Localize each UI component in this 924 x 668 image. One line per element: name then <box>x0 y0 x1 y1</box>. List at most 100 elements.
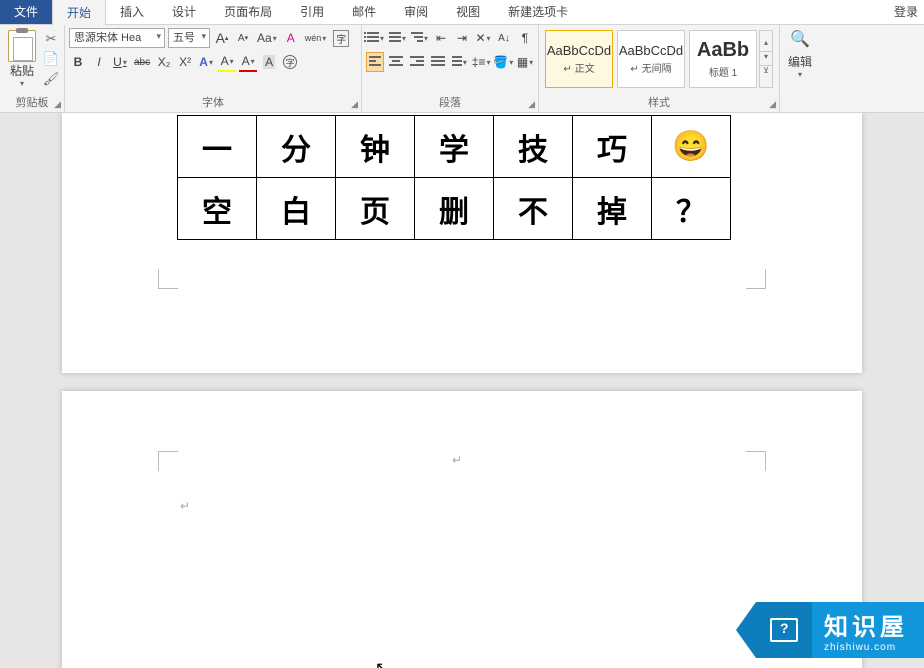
multilevel-list-button[interactable] <box>410 28 429 48</box>
find-button[interactable]: 🔍 <box>788 29 812 49</box>
document-table[interactable]: 一 分 钟 学 技 巧 😄 空 白 页 删 不 掉 ？ <box>177 115 731 240</box>
paragraph-dialog-launcher[interactable]: ◢ <box>528 99 535 110</box>
styles-dialog-launcher[interactable]: ◢ <box>769 99 776 110</box>
text-effects-button[interactable]: A <box>197 52 215 72</box>
group-font: 思源宋体 Hea 五号 A▴ A▾ Aa A wén 字 B I U abc X… <box>65 25 362 112</box>
align-center-button[interactable] <box>387 52 405 72</box>
table-row[interactable]: 一 分 钟 学 技 巧 😄 <box>178 116 731 178</box>
document-area[interactable]: 一 分 钟 学 技 巧 😄 空 白 页 删 不 掉 ？ ↵ ↵ <box>0 113 924 668</box>
strikethrough-button[interactable]: abc <box>132 52 152 72</box>
ribbon-tabs: 文件 开始 插入 设计 页面布局 引用 邮件 审阅 视图 新建选项卡 登录 <box>0 0 924 25</box>
group-clipboard: 粘贴 ▾ ✂ 📄 🖌 剪贴板 ◢ <box>0 25 65 112</box>
sort-button[interactable]: A↓ <box>495 28 513 48</box>
table-cell-emoji[interactable]: 😄 <box>652 116 731 178</box>
table-cell[interactable]: 不 <box>494 178 573 240</box>
editing-label: 编辑 <box>788 53 812 70</box>
paste-label: 粘贴 <box>10 62 34 79</box>
style-heading1[interactable]: AaBb 标题 1 <box>689 30 757 88</box>
font-size-select[interactable]: 五号 <box>168 28 210 48</box>
bullets-button[interactable] <box>366 28 385 48</box>
page-1[interactable]: 一 分 钟 学 技 巧 😄 空 白 页 删 不 掉 ？ <box>62 113 862 373</box>
table-cell[interactable]: 学 <box>415 116 494 178</box>
grow-font-button[interactable]: A▴ <box>213 28 231 48</box>
tab-design[interactable]: 设计 <box>158 0 210 24</box>
tab-home[interactable]: 开始 <box>52 0 106 25</box>
font-color-button[interactable]: A <box>239 52 257 72</box>
enclose-characters-button[interactable]: 字 <box>281 52 299 72</box>
table-cell[interactable]: 一 <box>178 116 257 178</box>
margin-mark-icon <box>158 269 178 289</box>
show-marks-button[interactable]: ¶ <box>516 28 534 48</box>
character-shading-button[interactable]: A <box>260 52 278 72</box>
highlight-button[interactable]: A <box>218 52 236 72</box>
styles-scroll-up[interactable]: ▴ <box>760 38 772 52</box>
table-cell[interactable]: 空 <box>178 178 257 240</box>
shrink-font-button[interactable]: A▾ <box>234 28 252 48</box>
cut-button[interactable]: ✂ <box>42 30 60 48</box>
paste-icon <box>8 30 36 62</box>
borders-button[interactable]: ▦ <box>516 52 534 72</box>
watermark-subtitle: zhishiwu.com <box>824 642 908 653</box>
align-right-button[interactable] <box>408 52 426 72</box>
table-cell[interactable]: 巧 <box>573 116 652 178</box>
superscript-button[interactable]: X² <box>176 52 194 72</box>
table-cell[interactable]: 技 <box>494 116 573 178</box>
copy-button[interactable]: 📄 <box>42 50 60 68</box>
paragraph-mark-icon: ↵ <box>452 453 462 467</box>
table-cell[interactable]: 分 <box>257 116 336 178</box>
tab-view[interactable]: 视图 <box>442 0 494 24</box>
tab-review[interactable]: 审阅 <box>390 0 442 24</box>
phonetic-guide-button[interactable]: wén <box>303 28 329 48</box>
ribbon: 粘贴 ▾ ✂ 📄 🖌 剪贴板◢ 思源宋体 Hea 五号 A▴ A▾ Aa A w… <box>0 25 924 113</box>
numbering-button[interactable] <box>388 28 407 48</box>
tab-mailings[interactable]: 邮件 <box>338 0 390 24</box>
align-left-button[interactable] <box>366 52 384 72</box>
styles-scroll-down[interactable]: ▾ <box>760 52 772 66</box>
table-cell[interactable]: 删 <box>415 178 494 240</box>
paste-button[interactable]: 粘贴 ▾ <box>4 28 40 90</box>
style-normal[interactable]: AaBbCcDd ↵ 正文 <box>545 30 613 88</box>
tab-newtab[interactable]: 新建选项卡 <box>494 0 582 24</box>
margin-mark-icon <box>158 451 178 471</box>
watermark-title: 知识屋 <box>824 607 908 642</box>
table-cell[interactable]: 钟 <box>336 116 415 178</box>
style-nospacing[interactable]: AaBbCcDd ↵ 无间隔 <box>617 30 685 88</box>
underline-button[interactable]: U <box>111 52 129 72</box>
font-name-select[interactable]: 思源宋体 Hea <box>69 28 165 48</box>
table-cell[interactable]: 页 <box>336 178 415 240</box>
group-editing: 🔍 编辑 ▾ <box>780 25 820 112</box>
subscript-button[interactable]: X₂ <box>155 52 173 72</box>
watermark-icon <box>756 602 812 658</box>
font-dialog-launcher[interactable]: ◢ <box>351 99 358 110</box>
tab-insert[interactable]: 插入 <box>106 0 158 24</box>
decrease-indent-button[interactable]: ⇤ <box>432 28 450 48</box>
shading-button[interactable]: 🪣 <box>493 52 513 72</box>
text-direction-button[interactable]: ✕ <box>474 28 492 48</box>
clear-formatting-button[interactable]: A <box>282 28 300 48</box>
italic-button[interactable]: I <box>90 52 108 72</box>
table-cell[interactable]: 白 <box>257 178 336 240</box>
tab-file[interactable]: 文件 <box>0 0 52 24</box>
distribute-button[interactable] <box>450 52 469 72</box>
styles-expand[interactable]: ⊻ <box>760 66 772 80</box>
character-border-button[interactable]: 字 <box>331 28 351 48</box>
clipboard-group-label: 剪贴板 <box>16 97 49 109</box>
justify-button[interactable] <box>429 52 447 72</box>
paragraph-mark-icon: ↵ <box>180 499 190 513</box>
increase-indent-button[interactable]: ⇥ <box>453 28 471 48</box>
font-group-label: 字体 <box>202 97 224 109</box>
styles-gallery-scroll: ▴ ▾ ⊻ <box>759 30 773 88</box>
table-cell[interactable]: ？ <box>652 178 731 240</box>
login-link[interactable]: 登录 <box>888 0 924 24</box>
clipboard-dialog-launcher[interactable]: ◢ <box>54 99 61 110</box>
table-cell[interactable]: 掉 <box>573 178 652 240</box>
bold-button[interactable]: B <box>69 52 87 72</box>
tab-references[interactable]: 引用 <box>286 0 338 24</box>
margin-mark-icon <box>746 269 766 289</box>
change-case-button[interactable]: Aa <box>255 28 279 48</box>
tab-layout[interactable]: 页面布局 <box>210 0 286 24</box>
format-painter-button[interactable]: 🖌 <box>42 70 60 88</box>
table-row[interactable]: 空 白 页 删 不 掉 ？ <box>178 178 731 240</box>
group-styles: AaBbCcDd ↵ 正文 AaBbCcDd ↵ 无间隔 AaBb 标题 1 ▴… <box>539 25 780 112</box>
line-spacing-button[interactable]: ‡≡ <box>472 52 491 72</box>
